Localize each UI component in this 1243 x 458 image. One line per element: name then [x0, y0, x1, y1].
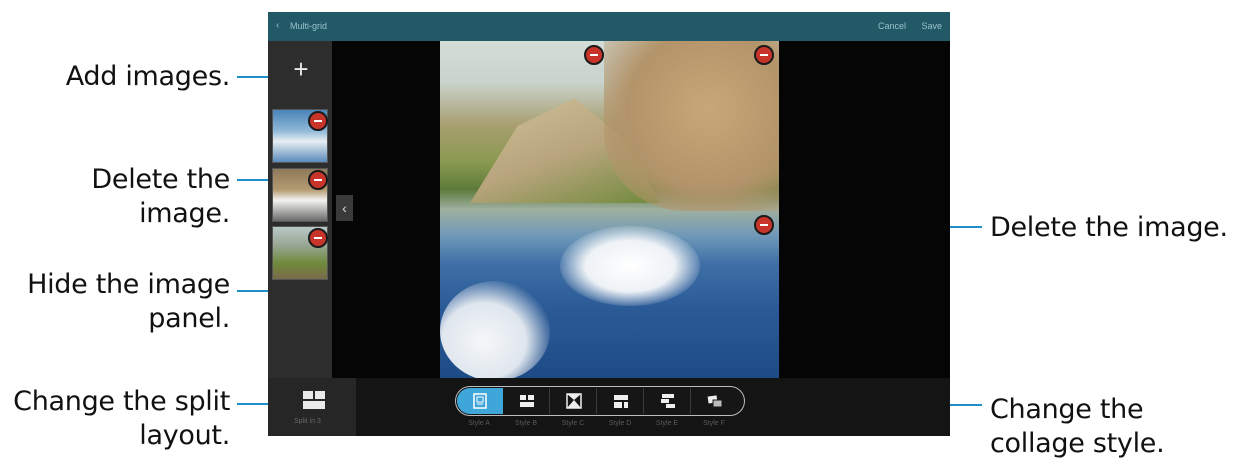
style-diagonal-icon [566, 393, 582, 409]
style-label-1: Style A [468, 420, 490, 427]
image-panel: + [268, 41, 332, 378]
collage-photo-cloud [440, 281, 550, 378]
callout-hide-panel: Hide the image panel. [20, 268, 230, 336]
style-frame-icon [473, 393, 487, 409]
callout-change-split: Change the split layout. [13, 386, 230, 451]
split-layout-icon [303, 391, 325, 409]
callout-add-images: Add images. [65, 61, 231, 92]
save-button[interactable]: Save [921, 21, 942, 31]
device-screen: ‹ Multi-grid Cancel Save + ‹ Split in 3 [268, 12, 950, 436]
style-label-3: Style C [561, 420, 585, 427]
bottom-toolbar: Split in 3 Style A Style B Style C Style… [268, 378, 950, 436]
style-label-5: Style E [655, 420, 679, 427]
collage-photo-sand [604, 41, 779, 211]
style-button-1[interactable] [457, 388, 503, 414]
app-title: Multi-grid [290, 21, 328, 31]
style-button-3[interactable] [551, 388, 597, 414]
style-button-2[interactable] [504, 388, 550, 414]
callout-change-style: Change the collage style. [990, 394, 1165, 458]
style-overlap-icon [707, 395, 723, 408]
delete-image-button[interactable] [308, 111, 328, 131]
style-grid-icon [520, 395, 534, 407]
collage-style-selector [455, 386, 745, 416]
style-button-5[interactable] [645, 388, 691, 414]
style-button-4[interactable] [598, 388, 644, 414]
back-icon[interactable]: ‹ [276, 20, 279, 31]
callout-delete-image-left: Delete the image. [91, 164, 230, 229]
delete-collage-image-button[interactable] [584, 45, 604, 65]
split-layout-button[interactable]: Split in 3 [268, 378, 356, 436]
split-layout-label: Split in 3 [294, 418, 321, 425]
callout-hide-panel-text: Hide the image panel. [27, 269, 230, 334]
cancel-button[interactable]: Cancel [878, 21, 906, 31]
add-image-button[interactable]: + [288, 56, 314, 83]
callout-delete-image-right: Delete the image. [990, 212, 1228, 243]
style-blocks-icon [614, 395, 628, 408]
style-label-2: Style B [514, 420, 538, 427]
style-button-6[interactable] [692, 388, 738, 414]
style-stacked-icon [661, 394, 675, 408]
delete-collage-image-button[interactable] [754, 45, 774, 65]
delete-collage-image-button[interactable] [754, 215, 774, 235]
collage-canvas[interactable] [440, 41, 779, 378]
collage-photo-cloud [560, 226, 700, 306]
style-label-4: Style D [608, 420, 632, 427]
title-bar: ‹ Multi-grid Cancel Save [268, 12, 950, 41]
delete-image-button[interactable] [308, 170, 328, 190]
hide-panel-handle[interactable]: ‹ [336, 195, 353, 221]
delete-image-button[interactable] [308, 228, 328, 248]
style-label-6: Style F [703, 420, 725, 427]
